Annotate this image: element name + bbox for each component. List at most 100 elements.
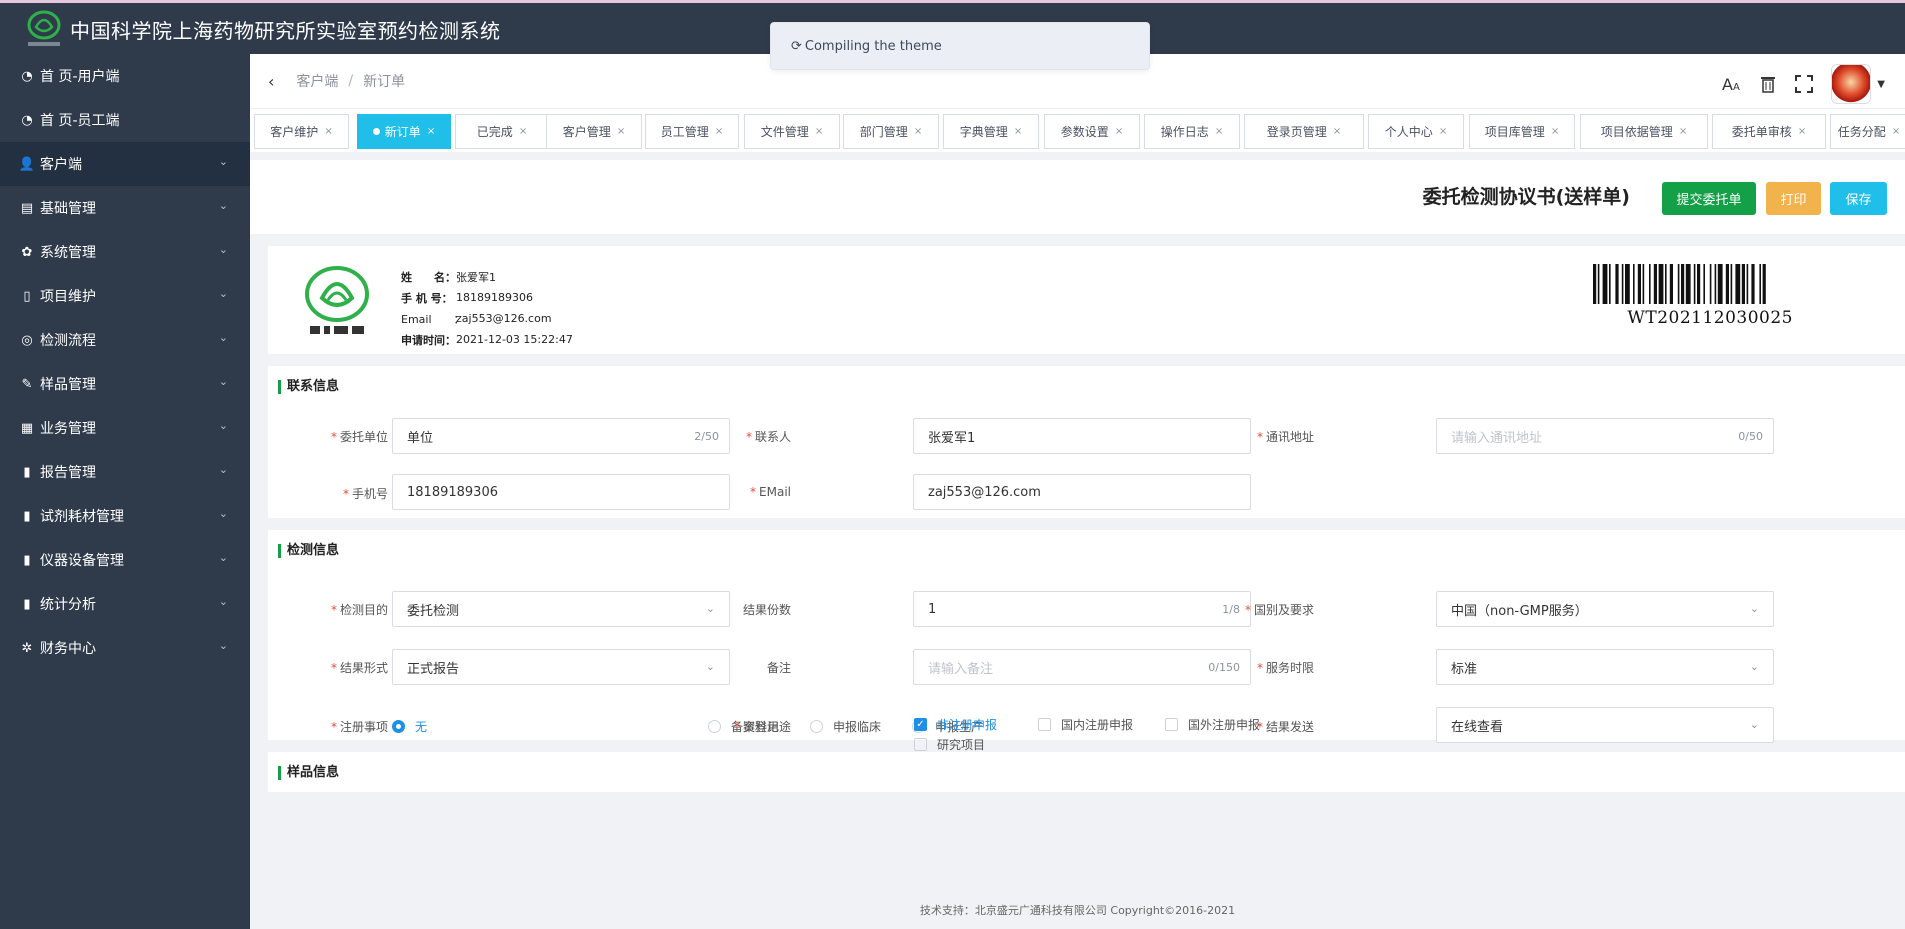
breadcrumb-item[interactable]: 客户端 <box>296 71 338 91</box>
tab[interactable]: 项目依据管理 × <box>1580 114 1708 149</box>
field-label: * 资料用途 <box>733 720 791 734</box>
chevron-down-icon: ⌄ <box>218 595 228 608</box>
dashboard-icon: ◔ <box>21 112 33 128</box>
book-icon: ▯ <box>23 288 31 304</box>
close-icon[interactable]: × <box>1892 126 1900 137</box>
sidebar-item[interactable]: ▮ 仪器设备管理 ⌄ <box>0 538 250 582</box>
tab-label: 字典管理 <box>959 125 1008 139</box>
usage-checkbox[interactable]: ✓ 非注册申报 <box>914 716 997 733</box>
caret-down-icon[interactable]: ▼ <box>1877 79 1885 90</box>
email-field[interactable]: zaj553@126.com <box>913 474 1251 510</box>
send-select[interactable]: 在线查看 ⌄ <box>1436 707 1774 743</box>
submit-order-button[interactable]: 提交委托单 <box>1662 182 1756 215</box>
sidebar-item[interactable]: ✎ 样品管理 ⌄ <box>0 362 250 406</box>
usage-checkbox[interactable]: 国内注册申报 <box>1038 716 1133 733</box>
country-select[interactable]: 中国（non-GMP服务） ⌄ <box>1436 591 1774 627</box>
sidebar-item-label: 财务中心 <box>40 641 96 657</box>
sidebar-item[interactable]: ◎ 检测流程 ⌄ <box>0 318 250 362</box>
reg-radio[interactable]: 无 <box>392 718 427 735</box>
service-select[interactable]: 标准 ⌄ <box>1436 649 1774 685</box>
page-title: 委托检测协议书(送样单) <box>1422 186 1630 208</box>
close-icon[interactable]: × <box>617 126 625 137</box>
tab[interactable]: 文件管理 × <box>744 114 840 149</box>
chevron-down-icon: ⌄ <box>218 199 228 212</box>
field-label: * 手机号 <box>342 487 388 501</box>
svg-text:A: A <box>1722 75 1733 93</box>
sidebar-item[interactable]: ✿ 系统管理 ⌄ <box>0 230 250 274</box>
sidebar-item[interactable]: ▮ 试剂耗材管理 ⌄ <box>0 494 250 538</box>
contact-section: 联系信息 * 委托单位 单位 2/50 * 联系人 张爱军1 * 通讯地址 请输入通讯地… <box>268 366 1905 518</box>
tab-label: 操作日志 <box>1160 125 1209 139</box>
tab[interactable]: 个人中心 × <box>1368 114 1464 149</box>
reg-radio[interactable]: 申报临床 <box>810 718 881 735</box>
close-icon[interactable]: × <box>427 126 435 137</box>
sidebar-item[interactable]: 👤 客户端 ⌄ <box>0 142 250 186</box>
tab[interactable]: 客户维护 × <box>254 114 349 149</box>
close-icon[interactable]: × <box>1014 126 1022 137</box>
tab[interactable]: 客户管理 × <box>546 114 642 149</box>
sidebar-item[interactable]: ▤ 基础管理 ⌄ <box>0 186 250 230</box>
address-input[interactable]: 请输入通讯地址 0/50 <box>1436 418 1774 454</box>
chevron-down-icon: ⌄ <box>218 155 228 168</box>
close-icon[interactable]: × <box>1439 126 1447 137</box>
section-title: 联系信息 <box>278 380 339 394</box>
tab[interactable]: 字典管理 × <box>943 114 1039 149</box>
close-icon[interactable]: × <box>1333 126 1341 137</box>
field-label: 备注 <box>766 661 791 675</box>
close-icon[interactable]: × <box>1798 126 1806 137</box>
close-icon[interactable]: × <box>1115 126 1123 137</box>
tab[interactable]: 委托单审核 × <box>1712 114 1826 149</box>
close-icon[interactable]: × <box>815 126 823 137</box>
detect-section: 检测信息 * 检测目的 委托检测 ⌄ 结果份数 1 1/8 * 国别及要求 中国（non… <box>268 530 1905 752</box>
sidebar-item[interactable]: ▯ 项目维护 ⌄ <box>0 274 250 318</box>
usage-checkbox[interactable]: 研究项目 <box>914 736 985 753</box>
close-icon[interactable]: × <box>324 126 332 137</box>
close-icon[interactable]: × <box>1679 126 1687 137</box>
sidebar-item[interactable]: ▮ 报告管理 ⌄ <box>0 450 250 494</box>
tab[interactable]: 已完成 × <box>455 114 549 149</box>
tab[interactable]: 员工管理 × <box>645 114 739 149</box>
dashboard-icon: ◔ <box>21 68 33 84</box>
tab-label: 登录页管理 <box>1266 125 1327 139</box>
font-size-icon[interactable]: AA <box>1721 73 1743 95</box>
chevron-down-icon: ⌄ <box>218 375 228 388</box>
tab[interactable]: 参数设置 × <box>1044 114 1140 149</box>
tab[interactable]: 任务分配 × <box>1830 114 1905 149</box>
breadcrumb-separator: / <box>348 73 354 89</box>
main-area: ‹ 客户端 / 新订单 AA ▼ 客户维护 × 新订单 × 已完成 × 客户管理 × 员工管理 ×… <box>250 54 1905 929</box>
sidebar-item[interactable]: ▦ 业务管理 ⌄ <box>0 406 250 450</box>
server-icon: ▤ <box>20 200 34 216</box>
sidebar-item[interactable]: ◔ 首 页-用户端 <box>0 54 250 98</box>
sidebar-item[interactable]: ✲ 财务中心 ⌄ <box>0 626 250 670</box>
field-label: * 结果发送 <box>1256 720 1314 734</box>
print-button[interactable]: 打印 <box>1766 182 1821 215</box>
close-icon[interactable]: × <box>715 126 723 137</box>
chevron-down-icon: ⌄ <box>1749 602 1759 615</box>
back-icon[interactable]: ‹ <box>268 72 274 91</box>
avatar[interactable] <box>1831 64 1872 104</box>
tab-label: 项目库管理 <box>1484 125 1545 139</box>
breadcrumb-item: 新订单 <box>363 74 406 90</box>
tab[interactable]: 操作日志 × <box>1144 114 1240 149</box>
sidebar-item[interactable]: ▮ 统计分析 ⌄ <box>0 582 250 626</box>
fullscreen-icon[interactable] <box>1793 73 1815 95</box>
info-row: 手 机 号： 18189189306 <box>401 291 533 305</box>
trash-icon[interactable] <box>1757 73 1779 95</box>
tab[interactable]: 项目库管理 × <box>1469 114 1575 149</box>
edit-icon: ✎ <box>21 376 33 392</box>
tab-label: 参数设置 <box>1060 125 1109 139</box>
flow-icon: ◎ <box>21 332 33 348</box>
chevron-down-icon: ⌄ <box>218 243 228 256</box>
close-icon[interactable]: × <box>1215 126 1223 137</box>
tab-label: 已完成 <box>476 125 513 139</box>
sidebar-item[interactable]: ◔ 首 页-员工端 <box>0 98 250 142</box>
tab-label: 客户维护 <box>270 125 319 139</box>
tab-label: 个人中心 <box>1384 125 1433 139</box>
close-icon[interactable]: × <box>914 126 922 137</box>
close-icon[interactable]: × <box>519 126 527 137</box>
save-button[interactable]: 保存 <box>1830 182 1887 215</box>
tab[interactable]: 部门管理 × <box>843 114 939 149</box>
close-icon[interactable]: × <box>1551 126 1559 137</box>
tab[interactable]: 登录页管理 × <box>1244 114 1364 149</box>
tab[interactable]: 新订单 × <box>357 114 451 149</box>
